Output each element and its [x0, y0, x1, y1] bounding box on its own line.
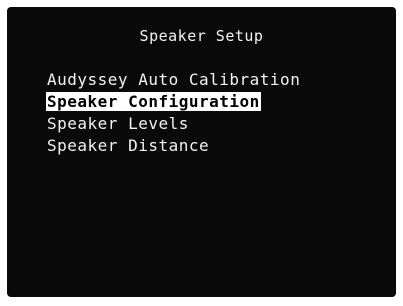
- osd-screen: Speaker Setup Audyssey Auto Calibration …: [7, 7, 396, 297]
- menu-item-label: Speaker Configuration: [46, 92, 261, 111]
- menu-item-audyssey-auto-calibration[interactable]: Audyssey Auto Calibration: [46, 70, 301, 89]
- menu-item-speaker-distance[interactable]: Speaker Distance: [46, 136, 301, 155]
- menu-item-speaker-levels[interactable]: Speaker Levels: [46, 114, 301, 133]
- page-title: Speaker Setup: [139, 27, 264, 45]
- speaker-setup-menu: Audyssey Auto Calibration Speaker Config…: [46, 70, 301, 158]
- menu-item-label: Audyssey Auto Calibration: [47, 70, 301, 89]
- menu-item-speaker-configuration[interactable]: Speaker Configuration: [46, 92, 301, 111]
- menu-item-label: Speaker Distance: [47, 136, 210, 155]
- menu-item-label: Speaker Levels: [47, 114, 189, 133]
